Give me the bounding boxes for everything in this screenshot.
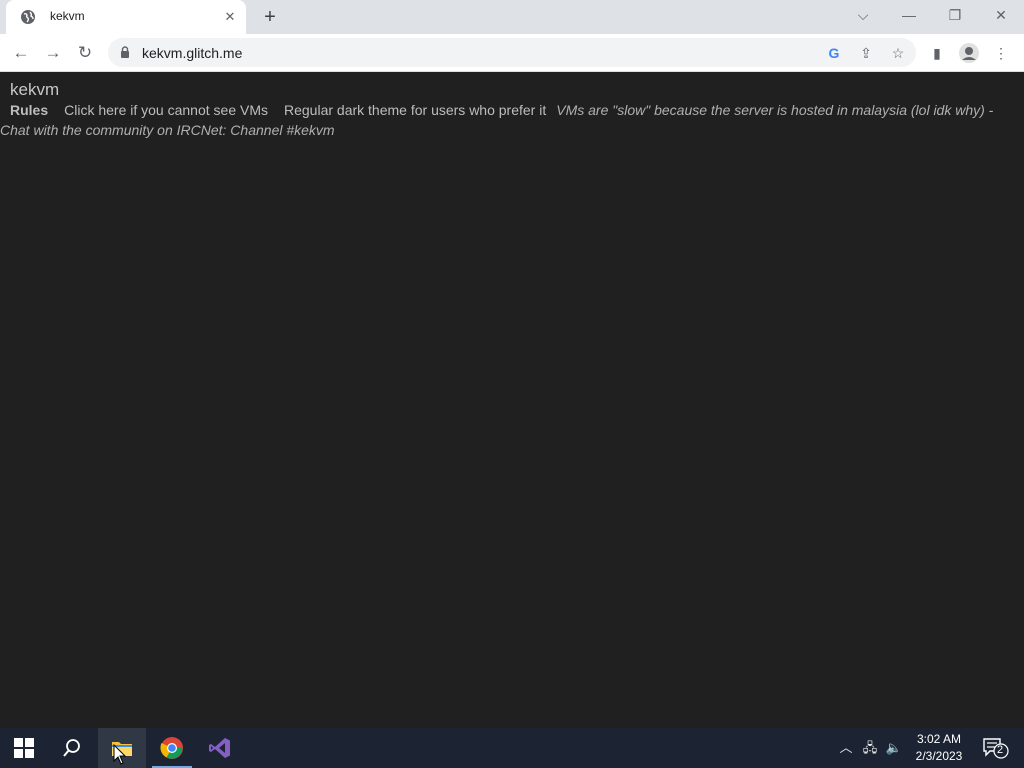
address-bar[interactable]: kekvm.glitch.me G ⇪ ☆ <box>108 38 916 67</box>
google-lens-icon[interactable]: G <box>824 43 844 63</box>
browser-toolbar: ← → ↻ kekvm.glitch.me G ⇪ ☆ ▮ ⋮ <box>0 34 1024 72</box>
side-panel-icon[interactable]: ▮ <box>926 42 948 64</box>
clock-date: 2/3/2023 <box>915 749 963 763</box>
visual-studio-button[interactable] <box>196 728 244 768</box>
notification-center-button[interactable]: 2 <box>980 736 1010 760</box>
site-title: kekvm <box>10 80 60 99</box>
bookmark-star-icon[interactable]: ☆ <box>888 43 908 63</box>
minimize-icon[interactable]: — <box>886 0 932 30</box>
slow-notice: VMs are "slow" because the server is hos… <box>556 102 994 118</box>
mouse-cursor-icon <box>113 744 127 765</box>
chrome-taskbar-button[interactable] <box>148 728 196 768</box>
tab-title: kekvm <box>50 9 85 23</box>
dark-theme-link[interactable]: Regular dark theme for users who prefer … <box>284 102 546 118</box>
taskbar-search-button[interactable] <box>48 728 96 768</box>
browser-tab-strip: kekvm ✕ + ⌵ — ❐ ✕ <box>0 0 1024 34</box>
window-close-icon[interactable]: ✕ <box>978 0 1024 30</box>
restore-icon[interactable]: ❐ <box>932 0 978 30</box>
site-nav: Rules Click here if you cannot see VMs Reg… <box>0 100 1010 140</box>
windows-taskbar: ︿ 🖧 🔈 3:02 AM 2/3/2023 2 <box>0 728 1024 768</box>
chrome-icon <box>160 737 183 759</box>
page-content: kekvm Rules Click here if you cannot see … <box>0 72 1024 728</box>
browser-tab[interactable]: kekvm ✕ <box>6 0 246 34</box>
notification-count: 2 <box>997 744 1004 756</box>
clock-time: 3:02 AM <box>916 732 962 746</box>
menu-kebab-icon[interactable]: ⋮ <box>990 42 1012 64</box>
globe-icon <box>21 10 35 24</box>
new-tab-button[interactable]: + <box>258 6 282 30</box>
url-text: kekvm.glitch.me <box>142 45 243 61</box>
search-icon <box>63 739 80 757</box>
tab-close-icon[interactable]: ✕ <box>222 9 238 25</box>
taskbar-clock[interactable]: 3:02 AM 2/3/2023 <box>904 731 974 765</box>
irc-community-text: Chat with the community on IRCNet: Chann… <box>0 122 335 138</box>
share-icon[interactable]: ⇪ <box>856 43 876 63</box>
cannot-see-vms-link[interactable]: Click here if you cannot see VMs <box>64 102 268 118</box>
back-arrow-icon[interactable]: ← <box>8 40 34 66</box>
windows-icon <box>14 738 34 758</box>
network-icon[interactable]: 🖧 <box>860 738 880 758</box>
forward-arrow-icon[interactable]: → <box>40 40 66 66</box>
reload-icon[interactable]: ↻ <box>72 40 98 66</box>
start-button[interactable] <box>0 728 48 768</box>
lock-icon <box>121 46 129 58</box>
rules-link[interactable]: Rules <box>10 102 48 118</box>
show-hidden-icons-chevron-icon[interactable]: ︿ <box>836 738 856 758</box>
profile-avatar-icon[interactable] <box>958 42 980 64</box>
visual-studio-icon <box>209 738 230 758</box>
notification-icon <box>983 738 1009 759</box>
volume-icon[interactable]: 🔈 <box>884 738 904 758</box>
tab-search-icon[interactable]: ⌵ <box>840 0 886 30</box>
